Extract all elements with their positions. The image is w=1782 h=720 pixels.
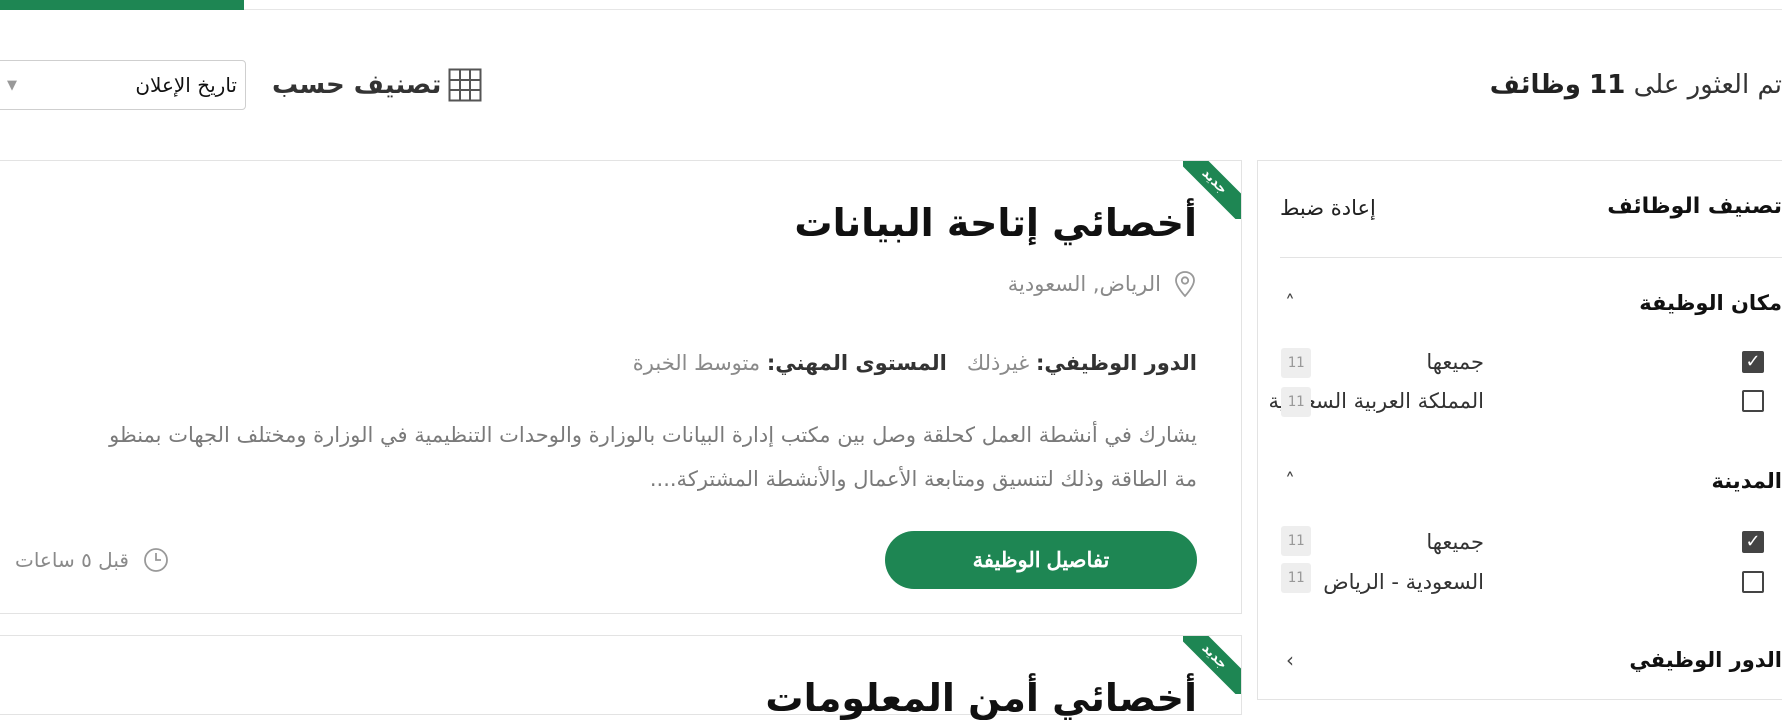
chevron-left-icon[interactable]: ‹ [1280,650,1300,670]
reset-filters-link[interactable]: إعادة ضبط [1280,196,1376,220]
filter-count-badge: 11 [1281,387,1311,417]
results-count-number: 11 [1589,70,1625,100]
job-card: جديد أخصائي أمن المعلومات [0,635,1242,715]
top-progress-track [0,9,1782,10]
sort-select[interactable]: تاريخ الإعلان ▼ [0,60,246,110]
job-title[interactable]: أخصائي أمن المعلومات [765,676,1197,720]
filter-checkbox[interactable] [1742,571,1764,593]
filters-sidebar [1257,160,1782,700]
chevron-up-icon[interactable]: ˄ [1280,293,1300,313]
filter-section-title[interactable]: الدور الوظيفي [1629,648,1782,672]
filters-title: تصنيف الوظائف [1607,194,1782,219]
sort-selected-value: تاريخ الإعلان [135,73,237,97]
results-prefix: تم العثور على [1634,70,1782,100]
job-title[interactable]: أخصائي إتاحة البيانات [794,201,1197,245]
filter-option-label[interactable]: السعودية - الرياض [1323,570,1484,594]
level-key: المستوى المهني: [767,351,947,375]
role-key: الدور الوظيفي: [1036,351,1197,375]
job-details-button[interactable]: تفاصيل الوظيفة [885,531,1197,589]
filter-count-badge: 11 [1281,563,1311,593]
divider [1280,257,1782,258]
sort-by-label: تصنيف حسب [272,70,441,100]
filter-section-title[interactable]: مكان الوظيفة [1639,291,1782,315]
job-location: الرياض, السعودية [1008,272,1161,296]
clock-icon [143,547,169,573]
job-description-line: مة الطاقة وذلك لتنسيق ومتابعة الأعمال وا… [7,457,1197,501]
job-card: جديد أخصائي إتاحة البيانات الرياض, السعو… [0,160,1242,614]
filter-checkbox[interactable]: ✓ [1742,531,1764,553]
results-count: تم العثور على 11 وظائف [1490,70,1782,100]
filter-option-label[interactable]: جميعها [1426,530,1484,554]
job-meta: الدور الوظيفي: غيرذلك المستوى المهني: مت… [633,351,1197,375]
filter-checkbox[interactable]: ✓ [1742,351,1764,373]
filter-option-label[interactable]: جميعها [1426,350,1484,374]
chevron-down-icon: ▼ [7,78,17,93]
grid-view-icon[interactable] [448,68,482,102]
results-suffix: وظائف [1490,70,1581,100]
role-value: غيرذلك [967,351,1029,375]
chevron-up-icon[interactable]: ˄ [1280,471,1300,491]
filter-count-badge: 11 [1281,348,1311,378]
job-description-line: يشارك في أنشطة العمل كحلقة وصل بين مكتب … [7,413,1197,457]
top-progress-fill [0,0,244,10]
posted-time: قبل ٥ ساعات [15,548,129,572]
level-value: متوسط الخبرة [633,351,760,375]
filter-section-title[interactable]: المدينة [1712,469,1782,493]
filter-checkbox[interactable] [1742,390,1764,412]
job-description: يشارك في أنشطة العمل كحلقة وصل بين مكتب … [7,413,1197,501]
filter-count-badge: 11 [1281,526,1311,556]
location-pin-icon [1173,270,1197,298]
